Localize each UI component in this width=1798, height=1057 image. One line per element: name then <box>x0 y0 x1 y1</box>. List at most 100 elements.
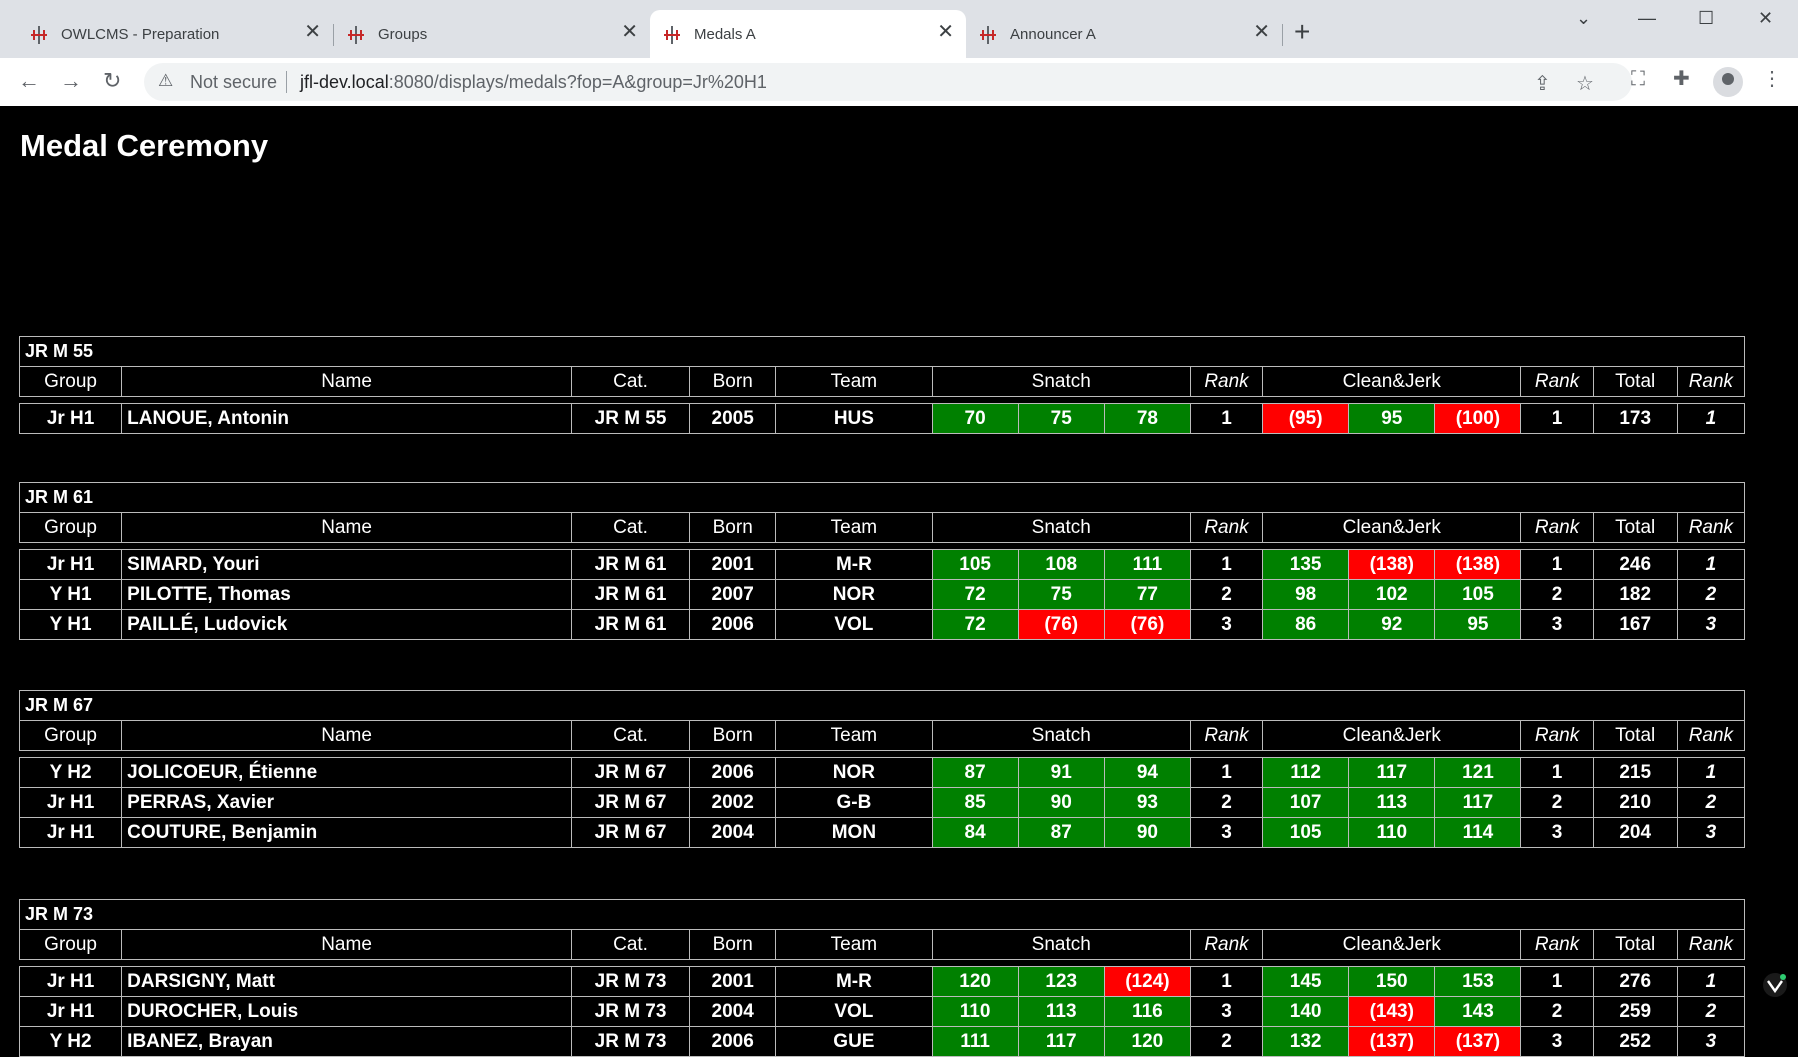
category-cell: JR M 61 <box>570 609 691 640</box>
col-header-group: Group <box>18 720 123 751</box>
category-cell: JR M 73 <box>570 1026 691 1057</box>
barbell-icon <box>348 26 364 44</box>
snatch-rank: 1 <box>1189 757 1264 788</box>
snatch-attempt-2: (76) <box>1017 609 1105 640</box>
snatch-attempt-2: 108 <box>1017 549 1105 580</box>
team-cell: M-R <box>775 966 933 997</box>
back-arrow-icon[interactable]: ← <box>18 70 40 92</box>
reload-icon[interactable]: ↻ <box>103 70 121 92</box>
snatch-attempt-1: 120 <box>931 966 1019 997</box>
divider <box>286 71 287 93</box>
category-cell: JR M 67 <box>570 787 691 818</box>
profile-avatar-icon[interactable] <box>1713 67 1743 97</box>
born-cell: 2001 <box>689 549 777 580</box>
spacer-cell <box>19 396 1745 404</box>
cast-screen-icon[interactable]: ⛶ <box>1631 69 1645 89</box>
col-header-snatch-rank: Rank <box>1189 929 1264 960</box>
col-header-name: Name <box>121 929 572 960</box>
total-rank: 1 <box>1676 549 1746 580</box>
col-header-cj-rank: Rank <box>1520 512 1594 543</box>
athlete-name: PILOTTE, Thomas <box>121 579 572 610</box>
col-header-cat: Cat. <box>570 720 691 751</box>
cj-attempt-1: 86 <box>1262 609 1350 640</box>
minimize-icon[interactable]: — <box>1638 8 1656 29</box>
total-rank: 2 <box>1676 579 1746 610</box>
maximize-icon[interactable]: ☐ <box>1698 8 1714 29</box>
snatch-attempt-3: 90 <box>1103 817 1191 848</box>
tab-owlcms-preparation[interactable]: OWLCMS - Preparation ✕ <box>17 10 334 58</box>
cj-attempt-2: 95 <box>1348 403 1436 434</box>
col-header-team: Team <box>775 720 933 751</box>
snatch-rank: 1 <box>1189 403 1264 434</box>
tab-groups[interactable]: Groups ✕ <box>334 10 651 58</box>
col-header-name: Name <box>121 512 572 543</box>
group-cell: Jr H1 <box>18 549 123 580</box>
new-tab-button[interactable]: + <box>1294 18 1310 46</box>
address-bar[interactable]: ⚠ Not secure jfl-dev.local:8080/displays… <box>144 63 1632 101</box>
more-menu-icon[interactable]: ⋮ <box>1762 69 1782 89</box>
close-tab-icon[interactable]: ✕ <box>937 22 954 42</box>
col-header-born: Born <box>689 366 777 397</box>
spacer-row <box>19 750 1745 758</box>
total-cell: 259 <box>1592 996 1678 1027</box>
snatch-rank: 2 <box>1189 579 1264 610</box>
athlete-name: PAILLÉ, Ludovick <box>121 609 572 640</box>
close-window-icon[interactable]: ✕ <box>1758 8 1773 29</box>
athlete-row: Jr H1 LANOUE, Antonin JR M 55 2005 HUS 70 75 78… <box>18 403 1746 434</box>
total-cell: 173 <box>1592 403 1678 434</box>
warning-triangle-icon[interactable]: ⚠ <box>158 71 173 91</box>
snatch-attempt-1: 85 <box>931 787 1019 818</box>
vaadin-dev-badge-icon[interactable] <box>1762 972 1788 998</box>
cj-attempt-3: (100) <box>1434 403 1522 434</box>
snatch-attempt-1: 105 <box>931 549 1019 580</box>
barbell-icon <box>664 26 680 44</box>
share-icon[interactable]: ⇪ <box>1534 74 1551 94</box>
col-header-team: Team <box>775 366 933 397</box>
header-row: Group Name Cat. Born Team Snatch Rank Clean&Jer… <box>18 929 1746 960</box>
total-rank: 3 <box>1676 609 1746 640</box>
group-cell: Jr H1 <box>18 966 123 997</box>
browser-toolbar: ← → ↻ ⚠ Not secure jfl-dev.local:8080/di… <box>0 58 1798 106</box>
spacer-cell <box>19 542 1745 550</box>
close-tab-icon[interactable]: ✕ <box>1253 22 1270 42</box>
col-header-total-rank: Rank <box>1676 929 1746 960</box>
tab-search-chevron-icon[interactable]: ⌄ <box>1576 8 1591 29</box>
close-tab-icon[interactable]: ✕ <box>304 22 321 42</box>
col-header-total: Total <box>1592 720 1678 751</box>
cj-rank: 1 <box>1520 403 1594 434</box>
total-rank: 2 <box>1676 787 1746 818</box>
close-tab-icon[interactable]: ✕ <box>621 22 638 42</box>
snatch-attempt-2: 75 <box>1017 579 1105 610</box>
col-header-total: Total <box>1592 366 1678 397</box>
total-cell: 204 <box>1592 817 1678 848</box>
col-header-cj-rank: Rank <box>1520 929 1594 960</box>
total-cell: 246 <box>1592 549 1678 580</box>
cj-attempt-2: 102 <box>1348 579 1436 610</box>
cj-attempt-1: 98 <box>1262 579 1350 610</box>
category-cell: JR M 55 <box>570 403 691 434</box>
athlete-name: IBANEZ, Brayan <box>121 1026 572 1057</box>
col-header-cat: Cat. <box>570 929 691 960</box>
snatch-attempt-3: 93 <box>1103 787 1191 818</box>
snatch-attempt-2: 123 <box>1017 966 1105 997</box>
cj-rank: 2 <box>1520 787 1594 818</box>
group-cell: Jr H1 <box>18 787 123 818</box>
security-status[interactable]: Not secure <box>190 72 277 93</box>
url-text[interactable]: jfl-dev.local:8080/displays/medals?fop=A… <box>300 72 767 93</box>
total-rank: 3 <box>1676 1026 1746 1057</box>
spacer-row <box>19 542 1745 550</box>
snatch-attempt-1: 87 <box>931 757 1019 788</box>
athlete-row: Jr H1 COUTURE, Benjamin JR M 67 2004 MON 84 87… <box>18 817 1746 848</box>
tab-announcer-a[interactable]: Announcer A ✕ <box>966 10 1283 58</box>
header-row: Group Name Cat. Born Team Snatch Rank Clean&Jer… <box>18 366 1746 397</box>
tab-medals-a[interactable]: Medals A ✕ <box>650 10 966 58</box>
snatch-attempt-2: 91 <box>1017 757 1105 788</box>
bookmark-star-icon[interactable]: ☆ <box>1576 74 1594 94</box>
cj-attempt-2: 92 <box>1348 609 1436 640</box>
forward-arrow-icon[interactable]: → <box>60 70 82 92</box>
extensions-puzzle-icon[interactable]: ✚ <box>1673 69 1690 89</box>
snatch-attempt-3: 111 <box>1103 549 1191 580</box>
cj-attempt-2: 117 <box>1348 757 1436 788</box>
snatch-attempt-3: 78 <box>1103 403 1191 434</box>
group-cell: Y H1 <box>18 579 123 610</box>
